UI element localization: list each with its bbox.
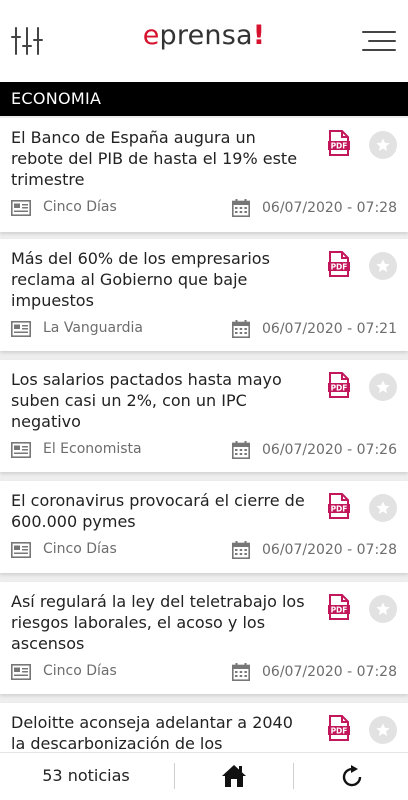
divider [174, 763, 175, 789]
calendar-icon [232, 320, 250, 338]
top-bar: eprensa! [0, 0, 408, 82]
article-title[interactable]: El coronavirus provocará el cierre de 60… [11, 490, 311, 532]
logo-text: prensa [159, 20, 253, 51]
article-card[interactable]: Los salarios pactados hasta mayo suben c… [0, 360, 408, 472]
article-source: La Vanguardia [43, 320, 143, 336]
pdf-icon[interactable]: PDF [328, 493, 350, 519]
pdf-icon[interactable]: PDF [328, 251, 350, 277]
article-meta: Cinco Días 06/07/2020 - 07:28 [11, 662, 397, 682]
article-meta: Cinco Días 06/07/2020 - 07:28 [11, 540, 397, 560]
article-card[interactable]: Así regulará la ley del teletrabajo los … [0, 582, 408, 694]
news-count: 53 noticias [42, 766, 130, 785]
svg-text:PDF: PDF [331, 726, 348, 735]
favorite-star-icon[interactable] [369, 494, 397, 522]
bottom-bar: 53 noticias [0, 752, 408, 800]
hamburger-menu-icon[interactable] [362, 29, 396, 53]
article-date-wrap: 06/07/2020 - 07:26 [232, 440, 397, 460]
newspaper-icon [11, 442, 31, 458]
svg-text:PDF: PDF [331, 141, 348, 150]
favorite-star-icon[interactable] [369, 595, 397, 623]
favorite-star-icon[interactable] [369, 716, 397, 744]
calendar-icon [232, 441, 250, 459]
article-card[interactable]: El Banco de España augura un rebote del … [0, 118, 408, 232]
eprensa-logo[interactable]: eprensa! [0, 20, 408, 51]
article-source: Cinco Días [43, 199, 117, 215]
svg-text:PDF: PDF [331, 262, 348, 271]
article-meta: La Vanguardia 06/07/2020 - 07:21 [11, 319, 397, 339]
divider [293, 763, 294, 789]
calendar-icon [232, 663, 250, 681]
article-date: 06/07/2020 - 07:28 [262, 664, 397, 680]
article-meta: Cinco Días 06/07/2020 - 07:28 [11, 198, 397, 218]
article-title[interactable]: Más del 60% de los empresarios reclama a… [11, 248, 311, 311]
logo-e: e [142, 20, 160, 51]
newspaper-icon [11, 664, 31, 680]
favorite-star-icon[interactable] [369, 252, 397, 280]
home-icon[interactable] [221, 763, 247, 789]
article-source: Cinco Días [43, 541, 117, 557]
newspaper-icon [11, 321, 31, 337]
article-date: 06/07/2020 - 07:28 [262, 200, 397, 216]
calendar-icon [232, 541, 250, 559]
calendar-icon [232, 199, 250, 217]
article-card[interactable]: Más del 60% de los empresarios reclama a… [0, 239, 408, 351]
pdf-icon[interactable]: PDF [328, 594, 350, 620]
newspaper-icon [11, 200, 31, 216]
article-date: 06/07/2020 - 07:28 [262, 542, 397, 558]
pdf-icon[interactable]: PDF [328, 130, 350, 156]
pdf-icon[interactable]: PDF [328, 715, 350, 741]
news-feed[interactable]: El Banco de España augura un rebote del … [0, 116, 408, 752]
article-date-wrap: 06/07/2020 - 07:28 [232, 198, 397, 218]
article-card[interactable]: El coronavirus provocará el cierre de 60… [0, 481, 408, 573]
article-date-wrap: 06/07/2020 - 07:21 [232, 319, 397, 339]
article-card[interactable]: Deloitte aconseja adelantar a 2040 la de… [0, 703, 408, 752]
article-meta: El Economista 06/07/2020 - 07:26 [11, 440, 397, 460]
favorite-star-icon[interactable] [369, 373, 397, 401]
article-date-wrap: 06/07/2020 - 07:28 [232, 662, 397, 682]
pdf-icon[interactable]: PDF [328, 372, 350, 398]
logo-bang: ! [252, 20, 266, 51]
article-source: Cinco Días [43, 663, 117, 679]
refresh-icon[interactable] [339, 763, 365, 789]
article-date: 06/07/2020 - 07:21 [262, 321, 397, 337]
newspaper-icon [11, 542, 31, 558]
article-title[interactable]: Los salarios pactados hasta mayo suben c… [11, 369, 311, 432]
svg-text:PDF: PDF [331, 605, 348, 614]
article-title[interactable]: Deloitte aconseja adelantar a 2040 la de… [11, 712, 311, 752]
favorite-star-icon[interactable] [369, 131, 397, 159]
article-date-wrap: 06/07/2020 - 07:28 [232, 540, 397, 560]
article-title[interactable]: El Banco de España augura un rebote del … [11, 127, 311, 190]
article-date: 06/07/2020 - 07:26 [262, 442, 397, 458]
article-source: El Economista [43, 441, 142, 457]
section-title: ECONOMIA [0, 82, 408, 116]
svg-text:PDF: PDF [331, 383, 348, 392]
svg-text:PDF: PDF [331, 504, 348, 513]
article-title[interactable]: Así regulará la ley del teletrabajo los … [11, 591, 311, 654]
